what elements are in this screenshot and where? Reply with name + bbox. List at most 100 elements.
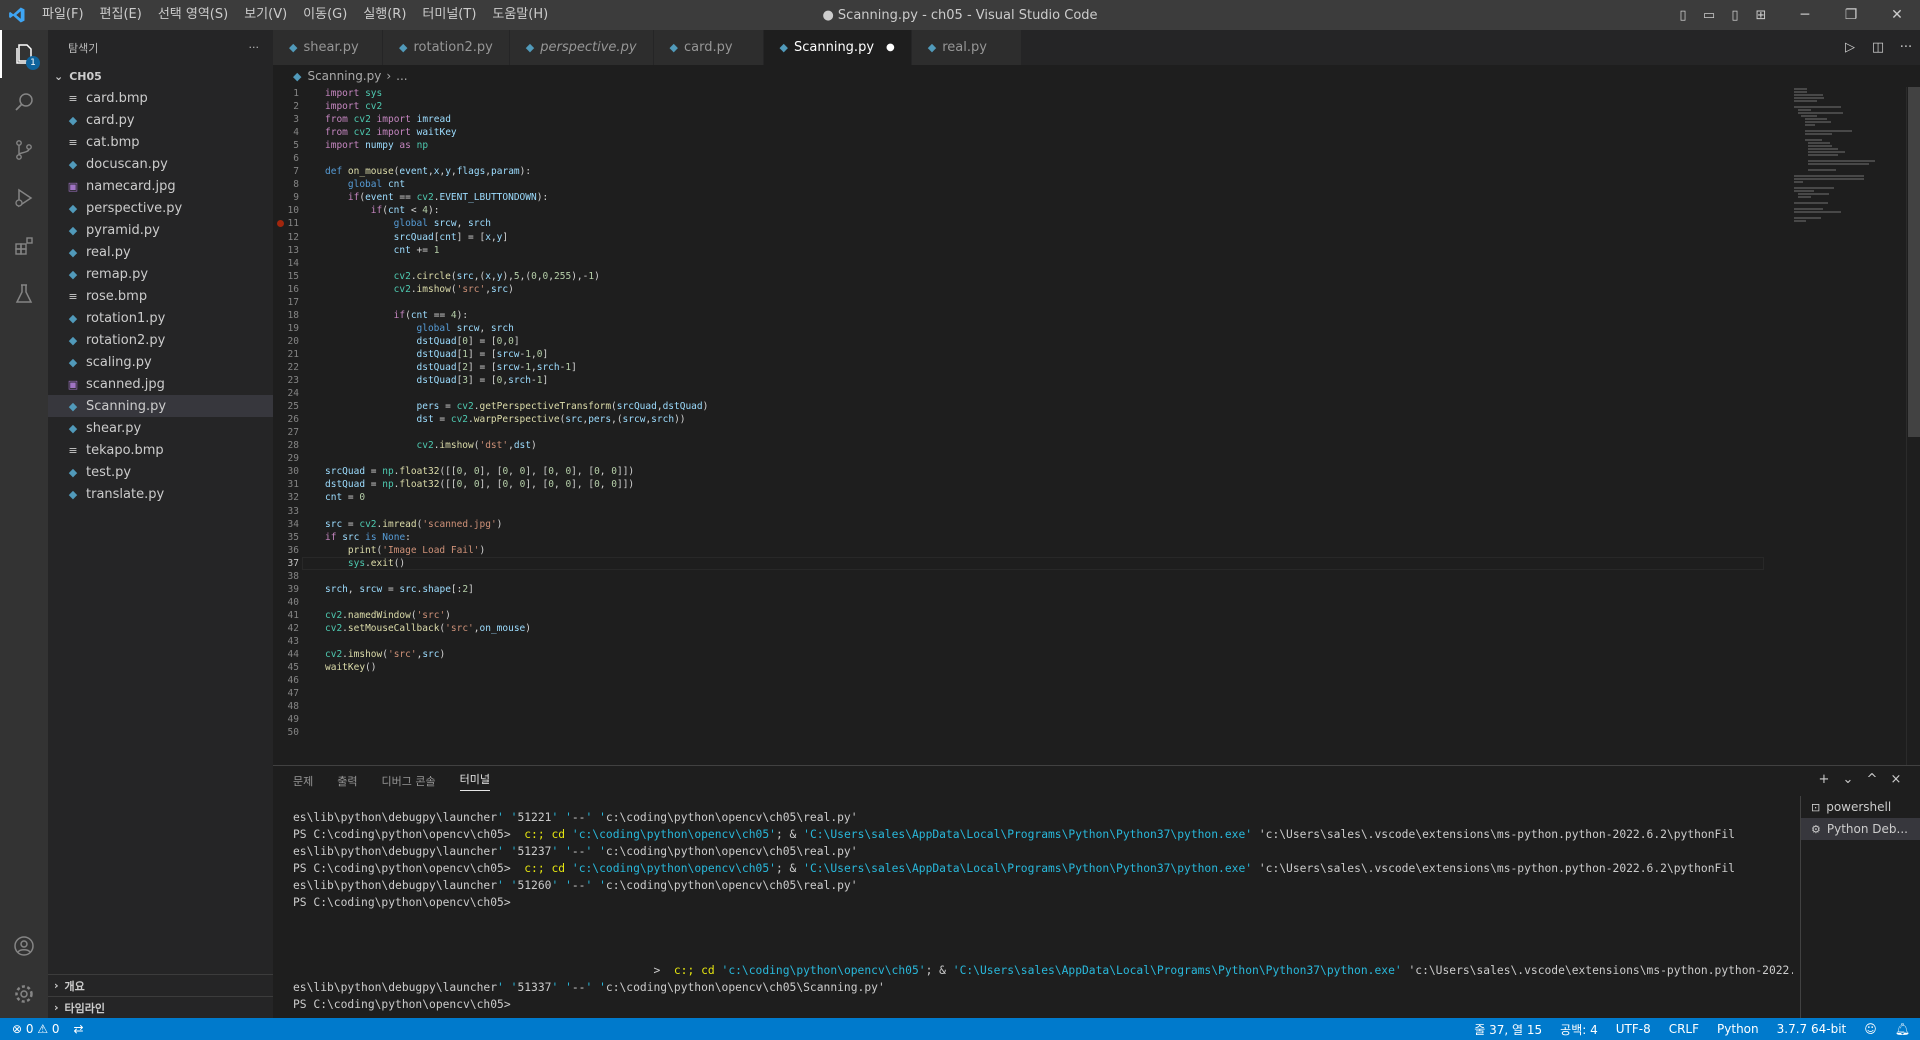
new-terminal-icon[interactable]: + bbox=[1812, 772, 1836, 787]
file-item[interactable]: ◆ real.py bbox=[48, 241, 273, 263]
tab-card-py[interactable]: ◆ card.py bbox=[653, 30, 764, 65]
menu-item[interactable]: 편집(E) bbox=[92, 0, 150, 30]
file-item[interactable]: ◆ perspective.py bbox=[48, 197, 273, 219]
panel-tab[interactable]: 터미널 bbox=[459, 771, 490, 791]
code-editor[interactable]: 1 import sys 2 import cv2 3 from cv2 import i… bbox=[273, 87, 1920, 765]
terminal-instance[interactable]: ⊡ powershell bbox=[1801, 796, 1920, 818]
search-icon[interactable] bbox=[0, 78, 48, 126]
line-number: 26 bbox=[287, 414, 299, 426]
settings-gear-icon[interactable] bbox=[0, 970, 48, 1018]
file-item[interactable]: ▣ scanned.jpg bbox=[48, 373, 273, 395]
file-item[interactable]: ◆ rotation2.py bbox=[48, 329, 273, 351]
menu-item[interactable]: 실행(R) bbox=[355, 0, 414, 30]
panel-tab[interactable]: 디버그 콘솔 bbox=[382, 773, 436, 789]
customize-layout-icon[interactable]: ⊞ bbox=[1748, 8, 1774, 23]
split-editor-icon[interactable]: ◫ bbox=[1864, 40, 1892, 55]
notifications-bell-icon[interactable]: 🔔︎ bbox=[1895, 1022, 1910, 1036]
close-icon[interactable]: ✕ bbox=[1874, 7, 1920, 23]
more-actions-icon[interactable]: ··· bbox=[1892, 40, 1920, 55]
indentation[interactable]: 공백: 4 bbox=[1560, 1021, 1598, 1038]
menu-item[interactable]: 도움말(H) bbox=[484, 0, 556, 30]
file-item[interactable]: ◆ Scanning.py bbox=[48, 395, 273, 417]
more-actions-icon[interactable]: ··· bbox=[249, 41, 260, 54]
language-mode[interactable]: Python bbox=[1717, 1022, 1759, 1036]
file-item[interactable]: ▣ namecard.jpg bbox=[48, 175, 273, 197]
breadcrumb-file[interactable]: Scanning.py bbox=[307, 69, 381, 83]
timeline-section[interactable]: › 타임라인 bbox=[48, 996, 273, 1018]
close-panel-icon[interactable]: × bbox=[1884, 772, 1908, 787]
file-item[interactable]: ≡ cat.bmp bbox=[48, 131, 273, 153]
file-item[interactable]: ◆ test.py bbox=[48, 461, 273, 483]
panel-tab[interactable]: 출력 bbox=[337, 773, 357, 789]
tab-perspective-py[interactable]: ◆ perspective.py bbox=[509, 30, 654, 65]
tab-real-py[interactable]: ◆ real.py bbox=[911, 30, 1022, 65]
code-line: 3 from cv2 import imread bbox=[273, 113, 1920, 126]
line-number: 45 bbox=[287, 662, 299, 674]
line-number: 38 bbox=[287, 570, 299, 582]
explorer-header: 탐색기 ··· bbox=[48, 30, 273, 65]
explorer-icon[interactable]: 1 bbox=[0, 30, 48, 78]
tab-Scanning-py[interactable]: ◆ Scanning.py ● bbox=[763, 30, 912, 65]
file-item[interactable]: ◆ shear.py bbox=[48, 417, 273, 439]
file-item[interactable]: ◆ scaling.py bbox=[48, 351, 273, 373]
extensions-icon[interactable] bbox=[0, 222, 48, 270]
python-interpreter[interactable]: 3.7.7 64-bit bbox=[1777, 1022, 1847, 1036]
folder-ch05[interactable]: ⌄ CH05 bbox=[48, 65, 273, 87]
minimap[interactable] bbox=[1794, 87, 1904, 237]
testing-icon[interactable] bbox=[0, 270, 48, 318]
restore-icon[interactable]: ❐ bbox=[1828, 7, 1874, 23]
remote-debug-icon[interactable]: ⇄ bbox=[74, 1022, 84, 1036]
maximize-panel-icon[interactable]: ^ bbox=[1860, 772, 1884, 787]
file-item[interactable]: ◆ rotation1.py bbox=[48, 307, 273, 329]
code-line: 19 global srcw, srch bbox=[273, 322, 1920, 335]
line-number: 46 bbox=[287, 675, 299, 687]
cursor-position[interactable]: 줄 37, 열 15 bbox=[1474, 1021, 1542, 1038]
end-of-line[interactable]: CRLF bbox=[1669, 1022, 1699, 1036]
menu-item[interactable]: 터미널(T) bbox=[414, 0, 484, 30]
tab-shear-py[interactable]: ◆ shear.py bbox=[273, 30, 383, 65]
menu-item[interactable]: 파일(F) bbox=[34, 0, 92, 30]
file-item[interactable]: ≡ card.bmp bbox=[48, 87, 273, 109]
menu-item[interactable]: 이동(G) bbox=[295, 0, 355, 30]
problems-status[interactable]: ⊗ 0 ⚠ 0 bbox=[12, 1022, 60, 1036]
terminal-instance[interactable]: ⚙ Python Deb... bbox=[1801, 818, 1920, 840]
toggle-sidebar-icon[interactable]: ▯ bbox=[1670, 8, 1696, 23]
file-item[interactable]: ◆ card.py bbox=[48, 109, 273, 131]
code-line: 38 bbox=[273, 570, 1920, 583]
run-debug-icon[interactable] bbox=[0, 174, 48, 222]
editor-scrollbar[interactable] bbox=[1906, 87, 1920, 765]
line-number: 25 bbox=[287, 401, 299, 413]
debug-gear-icon: ⚙ bbox=[1811, 822, 1821, 836]
terminal-output[interactable]: es\lib\python\debugpy\launcher' '51221' … bbox=[293, 809, 1793, 1013]
file-item[interactable]: ◆ remap.py bbox=[48, 263, 273, 285]
menu-item[interactable]: 보기(V) bbox=[236, 0, 295, 30]
scrollbar-thumb[interactable] bbox=[1908, 87, 1920, 437]
outline-section[interactable]: › 개요 bbox=[48, 974, 273, 996]
line-number: 9 bbox=[293, 192, 299, 204]
source-control-icon[interactable] bbox=[0, 126, 48, 174]
python-file-icon: ◆ bbox=[68, 399, 78, 413]
toggle-panel-icon[interactable]: ▭ bbox=[1696, 8, 1722, 23]
run-file-icon[interactable]: ▷ bbox=[1836, 40, 1864, 55]
file-item[interactable]: ◆ pyramid.py bbox=[48, 219, 273, 241]
file-label: pyramid.py bbox=[86, 222, 160, 238]
accounts-icon[interactable] bbox=[0, 922, 48, 970]
encoding[interactable]: UTF-8 bbox=[1616, 1022, 1651, 1036]
feedback-icon[interactable]: ☺ bbox=[1864, 1022, 1877, 1036]
panel-tab[interactable]: 문제 bbox=[293, 773, 313, 789]
python-file-icon: ◆ bbox=[68, 421, 78, 435]
breadcrumb-symbol[interactable]: ... bbox=[396, 69, 407, 83]
minimize-icon[interactable]: ─ bbox=[1782, 7, 1828, 23]
line-number: 28 bbox=[287, 440, 299, 452]
modified-dot-icon[interactable]: ● bbox=[886, 42, 895, 53]
minimap-line bbox=[1794, 88, 1807, 90]
file-item[interactable]: ◆ docuscan.py bbox=[48, 153, 273, 175]
toggle-secondary-sidebar-icon[interactable]: ▯ bbox=[1722, 8, 1748, 23]
menu-item[interactable]: 선택 영역(S) bbox=[150, 0, 236, 30]
tab-rotation2-py[interactable]: ◆ rotation2.py bbox=[383, 30, 510, 65]
file-item[interactable]: ≡ rose.bmp bbox=[48, 285, 273, 307]
file-item[interactable]: ≡ tekapo.bmp bbox=[48, 439, 273, 461]
file-item[interactable]: ◆ translate.py bbox=[48, 483, 273, 505]
terminal-dropdown-icon[interactable]: ⌄ bbox=[1836, 772, 1860, 787]
code-line: 31 dstQuad = np.float32([[0, 0], [0, 0], … bbox=[273, 478, 1920, 491]
